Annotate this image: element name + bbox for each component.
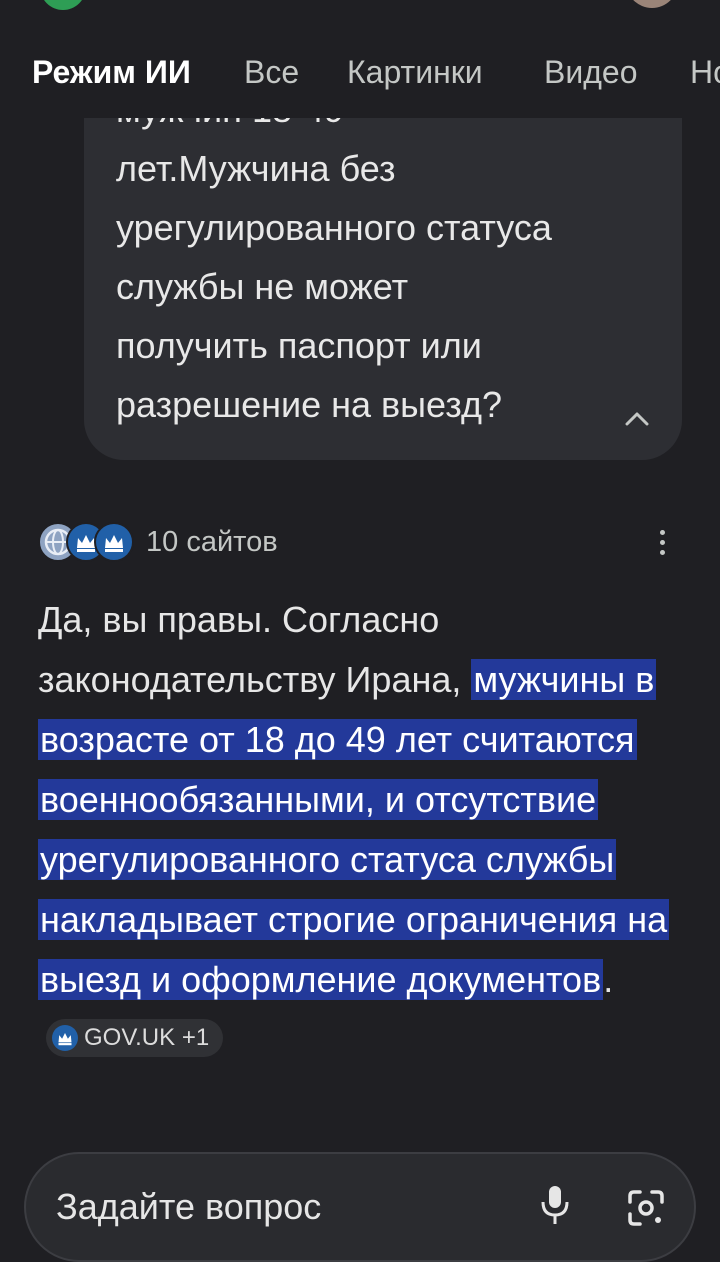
question-line: урегулированного статуса xyxy=(116,207,552,248)
chevron-up-icon[interactable] xyxy=(622,404,652,434)
tab-all[interactable]: Все xyxy=(244,54,299,91)
ask-input-placeholder[interactable]: Задайте вопрос xyxy=(56,1186,321,1228)
mic-icon[interactable] xyxy=(540,1184,570,1226)
sources-count[interactable]: 10 сайтов xyxy=(146,526,278,559)
tab-ai-mode[interactable]: Режим ИИ xyxy=(32,54,191,91)
google-lens-icon[interactable] xyxy=(626,1188,666,1228)
more-vert-icon[interactable] xyxy=(660,530,668,556)
question-text: мужчин 18-49 лет.Мужчина без урегулирова… xyxy=(116,80,636,434)
sources-row[interactable]: 10 сайтов xyxy=(38,522,688,564)
gov-uk-crown-icon xyxy=(52,1025,78,1052)
app-icon-partial[interactable] xyxy=(40,0,86,10)
tab-news[interactable]: Но xyxy=(690,54,720,91)
ask-input-bar[interactable]: Задайте вопрос xyxy=(24,1152,696,1262)
avatar[interactable] xyxy=(626,0,678,8)
ai-answer: Да, вы правы. Согласно законодательству … xyxy=(38,590,698,1070)
search-tabs: Режим ИИ Все Картинки Видео Но xyxy=(0,40,720,118)
question-line: получить паспорт или xyxy=(116,325,482,366)
tab-videos[interactable]: Видео xyxy=(544,54,637,91)
answer-highlight[interactable]: мужчины в возрасте от 18 до 49 лет счита… xyxy=(38,659,670,1000)
citation-chip[interactable]: GOV.UK +1 xyxy=(46,1019,224,1058)
question-line: лет.Мужчина без xyxy=(116,148,396,189)
gov-uk-crown-icon xyxy=(94,522,134,562)
answer-intro: Да, вы правы. Согласно законодательству … xyxy=(38,599,472,700)
tab-images[interactable]: Картинки xyxy=(347,54,483,91)
question-line: службы не может xyxy=(116,266,409,307)
answer-end: . xyxy=(603,959,614,1000)
user-question-bubble: мужчин 18-49 лет.Мужчина без урегулирова… xyxy=(84,60,682,460)
citation-label: GOV.UK +1 xyxy=(84,1024,210,1052)
question-line: разрешение на выезд? xyxy=(116,384,502,425)
